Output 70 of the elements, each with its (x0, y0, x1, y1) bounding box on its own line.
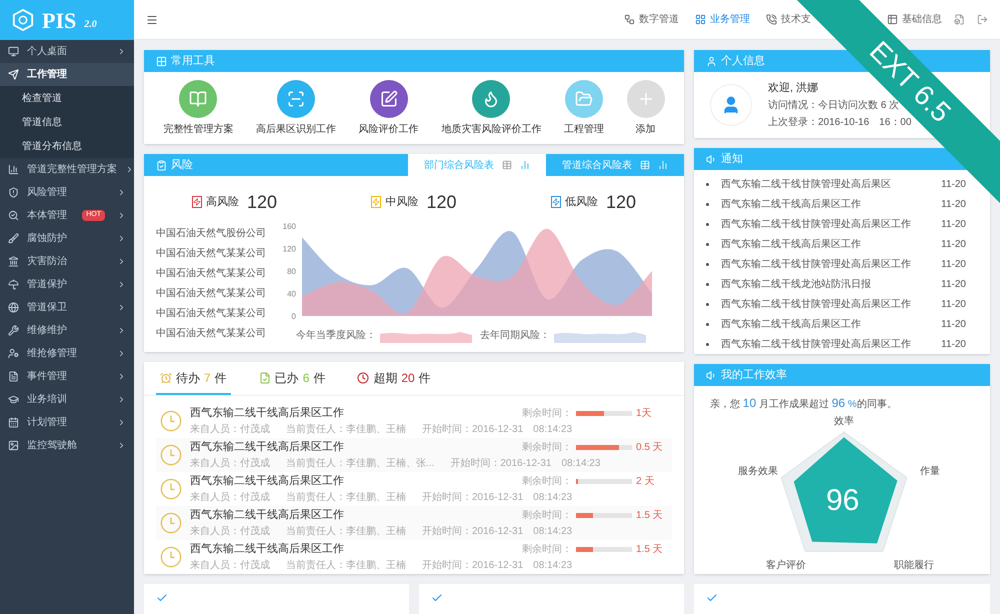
radar-axis-label: 作量 (920, 465, 940, 479)
remaining-label: 剩余时间： (522, 474, 572, 489)
task-owner: 当前责任人：李佳鹏、王楠 (286, 524, 406, 539)
company-name: 中国石油天然气某某公司 (156, 246, 267, 262)
y-tick-label: 160 (282, 222, 296, 232)
panel-title: 我的工作效率 (721, 368, 787, 383)
task-sender: 来自人员：付茂成 (190, 456, 270, 471)
company-name: 中国石油天然气某某公司 (156, 326, 267, 342)
radar-axis-label: 职能履行 (894, 558, 934, 573)
company-name: 中国石油天然气某某公司 (156, 306, 267, 322)
task-owner: 当前责任人：李佳鹏、王楠 (286, 558, 406, 573)
notice-date: 11-20 (941, 278, 967, 292)
task-sender: 来自人员：付茂成 (190, 422, 270, 437)
risk-level-label: 高风险 (206, 194, 239, 210)
panel-title: 常用工具 (171, 54, 215, 69)
last-login-text: 上次登录：2016-10-16 16：00 (768, 116, 912, 130)
radar-axis-label: 客户评价 (766, 558, 806, 573)
remaining-label: 剩余时间： (522, 508, 572, 523)
company-name: 中国石油天然气某某公司 (156, 266, 267, 282)
task-start-time: 开始时间：2016-12-31 08:14:23 (422, 422, 572, 437)
risk-level-label: 中风险 (385, 194, 418, 210)
risk-count: 120 (606, 190, 636, 214)
task-owner: 当前责任人：李佳鹏、王楠 (286, 422, 406, 437)
panel-title: 个人信息 (721, 54, 765, 69)
visit-count-text: 访问情况：今日访问次数 6 次 (768, 98, 900, 114)
sparkline-label: 去年同期风险： (480, 328, 550, 344)
remaining-label: 剩余时间： (522, 406, 572, 421)
efficiency-score: 96 (826, 483, 860, 519)
risk-level-label: 低风险 (564, 194, 598, 210)
task-start-time: 开始时间：2016-12-31 08:14:23 (422, 558, 572, 573)
company-name: 中国石油天然气某某公司 (156, 286, 267, 302)
task-start-time: 开始时间：2016-12-31 08:14:23 (422, 490, 572, 505)
notice-date: 11-20 (941, 298, 967, 312)
task-sender: 来自人员：付茂成 (190, 558, 270, 573)
remaining-value: 2 天 (636, 475, 656, 489)
y-tick-label: 80 (287, 267, 296, 276)
y-tick-label: 40 (287, 290, 296, 299)
risk-count: 120 (426, 190, 457, 214)
notice-date: 11-20 (941, 178, 967, 192)
notice-date: 11-20 (941, 218, 967, 232)
remaining-value: 1天 (636, 407, 653, 421)
panel-title: 通知 (721, 152, 743, 167)
task-start-time: 开始时间：2016-12-31 08:14:23 (450, 456, 600, 471)
y-tick-label: 0 (292, 312, 296, 322)
task-sender: 来自人员：付茂成 (190, 524, 270, 539)
task-sender: 来自人员：付茂成 (190, 490, 270, 505)
sparkline-label: 今年当季度风险： (296, 328, 376, 344)
version-label: 2.0 (84, 18, 97, 32)
remaining-label: 剩余时间： (522, 542, 572, 557)
y-tick-label: 120 (282, 244, 296, 254)
radar-axis-label: 效率 (834, 414, 854, 429)
task-owner: 当前责任人：李佳鹏、王楠、张... (286, 456, 434, 471)
greeting-text: 欢迎, 洪娜 (768, 80, 820, 96)
risk-count: 120 (247, 190, 278, 214)
remaining-value: 1.5 天 (636, 509, 664, 523)
task-owner: 当前责任人：李佳鹏、王楠 (286, 490, 406, 505)
company-name: 中国石油天然气股份公司 (156, 226, 267, 242)
notice-date: 11-20 (941, 338, 967, 352)
panel-title: 风险 (171, 158, 193, 173)
logo-text: PIS (42, 6, 76, 34)
notice-date: 11-20 (941, 238, 967, 252)
notice-date: 11-20 (941, 258, 967, 272)
notice-date: 11-20 (941, 318, 967, 332)
task-start-time: 开始时间：2016-12-31 08:14:23 (422, 524, 572, 539)
remaining-value: 1.5 天 (636, 543, 664, 557)
notice-date: 11-20 (941, 198, 967, 212)
remaining-value: 0.5 天 (636, 441, 664, 455)
radar-axis-label: 服务效果 (738, 465, 778, 479)
efficiency-summary: 亲，您 10 月工作成果超过 96 %的同事。 (709, 395, 898, 412)
remaining-label: 剩余时间： (522, 440, 572, 455)
